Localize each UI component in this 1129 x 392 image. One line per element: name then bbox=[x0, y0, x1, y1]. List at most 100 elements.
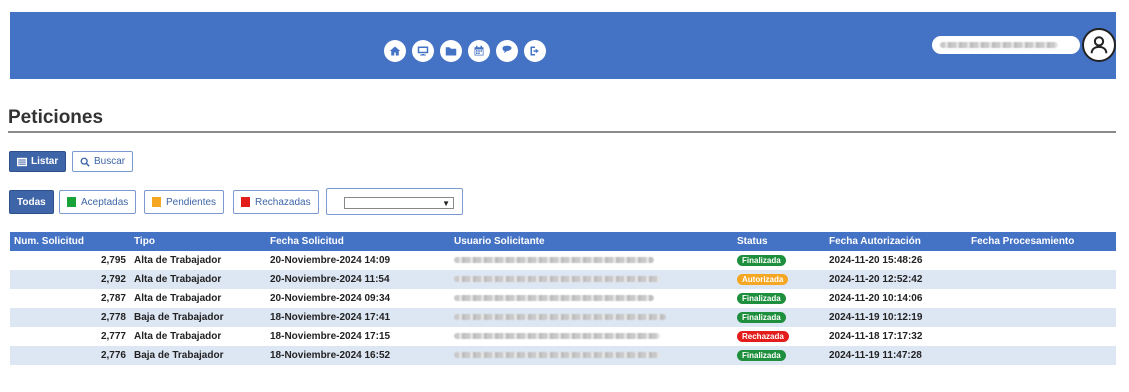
pending-swatch bbox=[152, 197, 161, 207]
cell-num: 2,777 bbox=[100, 331, 126, 342]
chevron-down-icon: ▼ bbox=[442, 198, 450, 208]
cell-status: Finalizada bbox=[733, 346, 825, 365]
cell-usuario bbox=[450, 308, 733, 327]
filter-select-container: ▼ bbox=[326, 188, 463, 215]
redacted-user-name bbox=[940, 42, 1058, 48]
cell-tipo: Alta de Trabajador bbox=[134, 331, 222, 342]
column-header-fecha-procesamiento[interactable]: Fecha Procesamiento bbox=[967, 232, 1116, 251]
chat-icon[interactable] bbox=[496, 40, 518, 62]
cell-num: 2,787 bbox=[100, 293, 126, 304]
logout-icon[interactable] bbox=[524, 40, 546, 62]
title-divider bbox=[8, 131, 1116, 133]
cell-fecha-solicitud: 20-Noviembre-2024 14:09 bbox=[270, 255, 391, 266]
list-button[interactable]: Listar bbox=[9, 151, 67, 172]
cell-fecha-procesamiento bbox=[967, 270, 1116, 289]
cell-status: Finalizada bbox=[733, 289, 825, 308]
filter-all-tab[interactable]: Todas bbox=[9, 190, 54, 214]
status-badge: Finalizada bbox=[737, 293, 786, 304]
table-row[interactable]: 2,792 Alta de Trabajador 20-Noviembre-2024… bbox=[10, 270, 1116, 289]
requests-table: Num. Solicitud Tipo Fecha Solicitud Usua… bbox=[10, 232, 1116, 365]
cell-fecha-autorizacion: 2024-11-20 10:14:06 bbox=[829, 293, 923, 304]
cell-fecha-procesamiento bbox=[967, 308, 1116, 327]
redacted-usuario bbox=[454, 352, 660, 358]
cell-tipo: Baja de Trabajador bbox=[134, 350, 224, 361]
cell-status: Finalizada bbox=[733, 308, 825, 327]
cell-fecha-procesamiento bbox=[967, 289, 1116, 308]
filter-all-label: Todas bbox=[17, 196, 46, 208]
redacted-usuario bbox=[454, 333, 660, 339]
table-row[interactable]: 2,776 Baja de Trabajador 18-Noviembre-2024… bbox=[10, 346, 1116, 365]
home-icon[interactable] bbox=[384, 40, 406, 62]
table-row[interactable]: 2,787 Alta de Trabajador 20-Noviembre-2024… bbox=[10, 289, 1116, 308]
search-button[interactable]: Buscar bbox=[72, 151, 134, 172]
cell-fecha-autorizacion: 2024-11-19 10:12:19 bbox=[829, 312, 923, 323]
folder-icon[interactable] bbox=[440, 40, 462, 62]
redacted-usuario bbox=[454, 257, 654, 263]
cell-num: 2,776 bbox=[100, 350, 126, 361]
cell-num: 2,795 bbox=[100, 255, 126, 266]
redacted-usuario bbox=[454, 276, 660, 282]
cell-fecha-autorizacion: 2024-11-20 12:52:42 bbox=[829, 274, 923, 285]
filter-pending-label: Pendientes bbox=[166, 196, 217, 208]
cell-tipo: Alta de Trabajador bbox=[134, 293, 222, 304]
cell-status: Autorizada bbox=[733, 270, 825, 289]
list-button-label: Listar bbox=[31, 156, 59, 167]
cell-fecha-solicitud: 18-Noviembre-2024 17:41 bbox=[270, 312, 391, 323]
filter-rejected-tab[interactable]: Rechazadas bbox=[233, 190, 319, 214]
column-header-usuario[interactable]: Usuario Solicitante bbox=[450, 232, 733, 251]
cell-tipo: Baja de Trabajador bbox=[134, 312, 224, 323]
cell-fecha-procesamiento bbox=[967, 346, 1116, 365]
search-button-label: Buscar bbox=[94, 156, 126, 167]
cell-usuario bbox=[450, 251, 733, 270]
cell-num: 2,792 bbox=[100, 274, 126, 285]
column-header-fecha-solicitud[interactable]: Fecha Solicitud bbox=[266, 232, 450, 251]
filter-select[interactable]: ▼ bbox=[344, 197, 454, 209]
table-row[interactable]: 2,795 Alta de Trabajador 20-Noviembre-2024… bbox=[10, 251, 1116, 270]
status-badge: Finalizada bbox=[737, 255, 786, 266]
cell-usuario bbox=[450, 289, 733, 308]
top-navbar bbox=[10, 12, 1116, 79]
column-header-fecha-autorizacion[interactable]: Fecha Autorización bbox=[825, 232, 967, 251]
cell-fecha-procesamiento bbox=[967, 251, 1116, 270]
calendar-icon[interactable] bbox=[468, 40, 490, 62]
table-header-row: Num. Solicitud Tipo Fecha Solicitud Usua… bbox=[10, 232, 1116, 251]
rejected-swatch bbox=[241, 197, 250, 207]
table-row[interactable]: 2,778 Baja de Trabajador 18-Noviembre-2024… bbox=[10, 308, 1116, 327]
page-title: Peticiones bbox=[8, 107, 104, 128]
status-badge: Autorizada bbox=[737, 274, 789, 285]
table-body: 2,795 Alta de Trabajador 20-Noviembre-2024… bbox=[10, 251, 1116, 365]
redacted-usuario bbox=[454, 295, 654, 301]
cell-status: Rechazada bbox=[733, 327, 825, 346]
cell-fecha-solicitud: 20-Noviembre-2024 11:54 bbox=[270, 274, 390, 285]
cell-num: 2,778 bbox=[100, 312, 126, 323]
status-badge: Finalizada bbox=[737, 350, 786, 361]
cell-usuario bbox=[450, 270, 733, 289]
cell-fecha-autorizacion: 2024-11-18 17:17:32 bbox=[829, 331, 923, 342]
cell-fecha-autorizacion: 2024-11-19 11:47:28 bbox=[829, 350, 922, 361]
redacted-usuario bbox=[454, 314, 666, 320]
filter-pending-tab[interactable]: Pendientes bbox=[144, 190, 225, 214]
column-header-num[interactable]: Num. Solicitud bbox=[10, 232, 130, 251]
filter-accepted-tab[interactable]: Aceptadas bbox=[59, 190, 137, 214]
list-icon bbox=[17, 157, 27, 166]
search-icon bbox=[80, 157, 90, 167]
cell-tipo: Alta de Trabajador bbox=[134, 255, 222, 266]
user-icon[interactable] bbox=[1082, 28, 1116, 62]
cell-usuario bbox=[450, 327, 733, 346]
cell-tipo: Alta de Trabajador bbox=[134, 274, 222, 285]
filter-accepted-label: Aceptadas bbox=[81, 196, 129, 208]
status-badge: Rechazada bbox=[737, 331, 789, 342]
filter-rejected-label: Rechazadas bbox=[255, 196, 311, 208]
user-name-field bbox=[932, 36, 1080, 54]
cell-fecha-solicitud: 20-Noviembre-2024 09:34 bbox=[270, 293, 391, 304]
column-header-tipo[interactable]: Tipo bbox=[130, 232, 266, 251]
cell-fecha-autorizacion: 2024-11-20 15:48:26 bbox=[829, 255, 923, 266]
table-row[interactable]: 2,777 Alta de Trabajador 18-Noviembre-2024… bbox=[10, 327, 1116, 346]
accepted-swatch bbox=[67, 197, 76, 207]
cell-status: Finalizada bbox=[733, 251, 825, 270]
cell-fecha-solicitud: 18-Noviembre-2024 17:15 bbox=[270, 331, 391, 342]
monitor-icon[interactable] bbox=[412, 40, 434, 62]
column-header-status[interactable]: Status bbox=[733, 232, 825, 251]
status-badge: Finalizada bbox=[737, 312, 786, 323]
cell-usuario bbox=[450, 346, 733, 365]
